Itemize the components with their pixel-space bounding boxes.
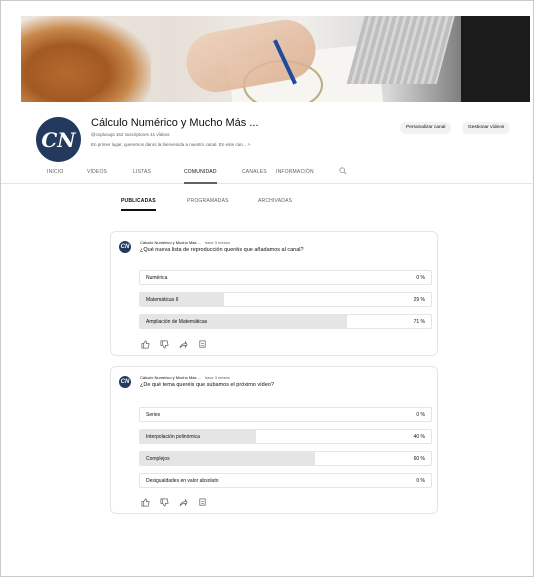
poll-option-label: Matemáticas II (146, 297, 179, 303)
subtab-publicadas[interactable]: PUBLICADAS (121, 198, 156, 211)
poll-option-label: Complejos (146, 456, 170, 462)
channel-title: Cálculo Numérico y Mucho Más ... (91, 117, 259, 129)
tab-listas[interactable]: LISTAS (133, 169, 151, 175)
tab-canales[interactable]: CANALES (242, 169, 267, 175)
post-author-line: Cálculo Numérico y Mucho Más ... hace 3 m… (140, 375, 230, 380)
poll-option-label: Desigualdades en valor absoluto (146, 478, 219, 484)
poll-option-percent: 0 % (416, 412, 425, 418)
tab-comunidad[interactable]: COMUNIDAD (184, 169, 217, 184)
post-question: ¿Qué nueva lista de reproducción queréis… (140, 247, 304, 253)
channel-description[interactable]: En primer lugar, queremos daros la bienv… (91, 142, 250, 147)
search-icon[interactable] (339, 167, 347, 175)
dislike-icon[interactable] (160, 498, 169, 507)
poll-option[interactable]: Numérica 0 % (139, 270, 432, 285)
poll-option[interactable]: Complejos 60 % (139, 451, 432, 466)
channel-tabs: INICIO VÍDEOS LISTAS COMUNIDAD CANALES I… (1, 164, 534, 184)
like-icon[interactable] (141, 340, 150, 349)
post-actions (141, 339, 207, 349)
page-frame: CN Cálculo Numérico y Mucho Más ... @cnp… (0, 0, 534, 577)
subtab-programadas[interactable]: PROGRAMADAS (187, 198, 229, 204)
poll-option-percent: 0 % (416, 275, 425, 281)
post-question: ¿De qué tema queréis que subamos el próx… (140, 382, 274, 388)
post-avatar[interactable]: CN (119, 241, 131, 253)
subtab-archivadas[interactable]: ARCHIVADAS (258, 198, 292, 204)
tab-informacion[interactable]: INFORMACIÓN (276, 169, 314, 175)
poll-option[interactable]: Interpolación polinómica 40 % (139, 429, 432, 444)
post-author-line: Cálculo Numérico y Mucho Más ... hace 3 m… (140, 240, 230, 245)
manage-videos-button[interactable]: Gestionar vídeos (462, 122, 511, 134)
comment-icon[interactable] (198, 498, 207, 507)
channel-meta: @cnplusuja 152 suscriptores 41 vídeos (91, 132, 170, 137)
poll-option-label: Ampliación de Matemáticas (146, 319, 208, 325)
post-actions (141, 497, 207, 507)
tab-inicio[interactable]: INICIO (47, 169, 63, 175)
community-post: CN Cálculo Numérico y Mucho Más ... hace … (110, 231, 438, 356)
poll-option-percent: 60 % (413, 456, 425, 462)
dislike-icon[interactable] (160, 340, 169, 349)
poll-option-percent: 0 % (416, 478, 425, 484)
tab-videos[interactable]: VÍDEOS (87, 169, 107, 175)
post-author[interactable]: Cálculo Numérico y Mucho Más ... (140, 240, 201, 245)
poll-option[interactable]: Ampliación de Matemáticas 71 % (139, 314, 432, 329)
poll-option[interactable]: Desigualdades en valor absoluto 0 % (139, 473, 432, 488)
poll-option-label: Numérica (146, 275, 168, 281)
poll-option[interactable]: Series 0 % (139, 407, 432, 422)
channel-avatar[interactable]: CN (36, 117, 81, 162)
poll-option-percent: 29 % (413, 297, 425, 303)
poll-option[interactable]: Matemáticas II 29 % (139, 292, 432, 307)
customize-channel-button[interactable]: Personalizar canal (400, 122, 452, 134)
post-time[interactable]: hace 3 meses (205, 240, 230, 245)
post-time[interactable]: hace 3 meses (205, 375, 230, 380)
poll-option-percent: 40 % (413, 434, 425, 440)
post-author[interactable]: Cálculo Numérico y Mucho Más ... (140, 375, 201, 380)
share-icon[interactable] (179, 340, 188, 349)
poll-option-label: Series (146, 412, 161, 418)
poll-option-percent: 71 % (413, 319, 425, 325)
comment-icon[interactable] (198, 340, 207, 349)
post-avatar[interactable]: CN (119, 376, 131, 388)
share-icon[interactable] (179, 498, 188, 507)
poll-option-label: Interpolación polinómica (146, 434, 200, 440)
like-icon[interactable] (141, 498, 150, 507)
community-post: CN Cálculo Numérico y Mucho Más ... hace … (110, 366, 438, 514)
channel-banner (21, 16, 530, 102)
